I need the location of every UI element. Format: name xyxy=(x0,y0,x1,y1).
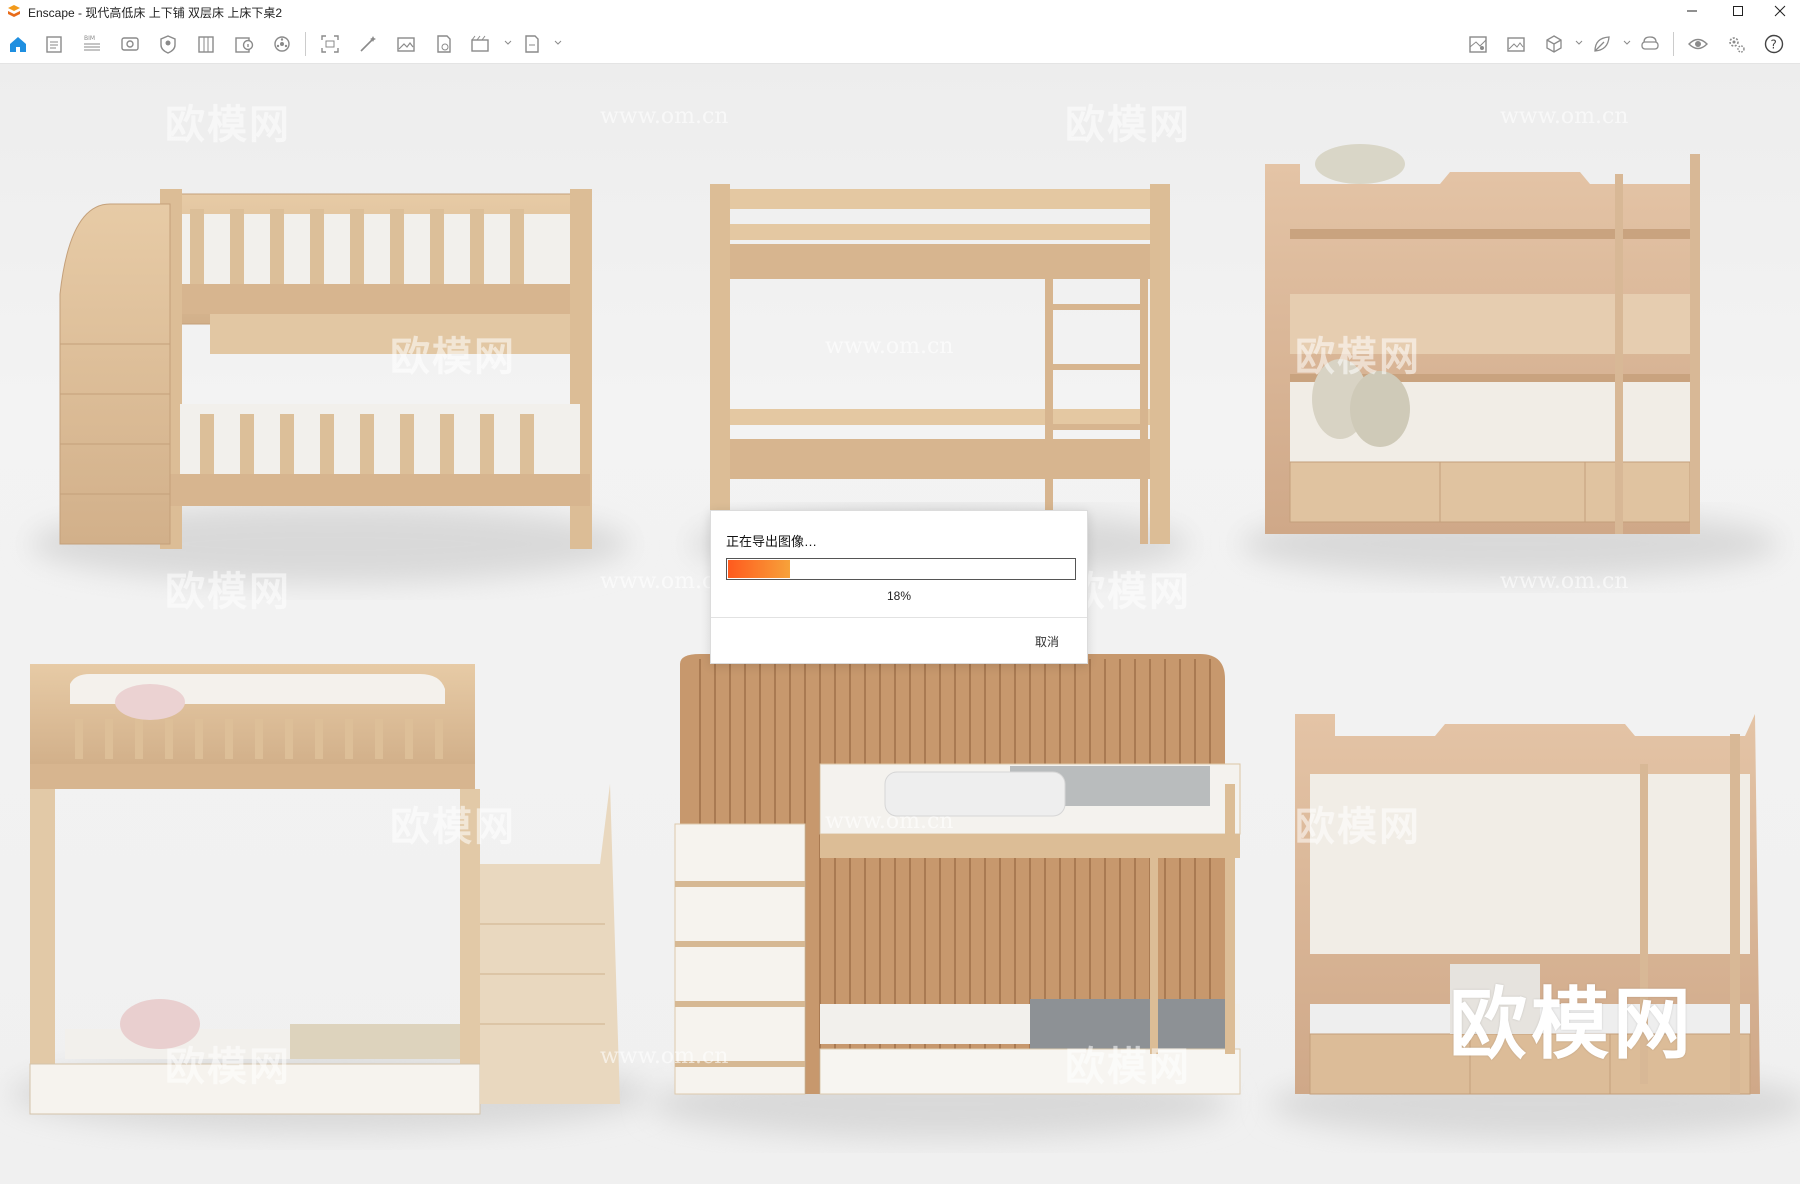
cube-dropdown-icon[interactable] xyxy=(1574,38,1584,48)
progress-bar xyxy=(726,558,1076,580)
progress-bar-fill xyxy=(728,560,790,578)
settings-wheel-button[interactable] xyxy=(268,30,296,58)
batch-icon xyxy=(437,35,451,53)
enscape-logo-icon xyxy=(8,5,20,17)
minimize-button[interactable] xyxy=(1672,0,1712,22)
gear-button[interactable] xyxy=(1722,30,1750,58)
cube-icon xyxy=(1546,35,1562,53)
asset-button[interactable] xyxy=(154,30,182,58)
bunk-bed-loft-4 xyxy=(10,664,650,1134)
watermark-brand: 欧模网 xyxy=(1295,804,1421,850)
cancel-button[interactable]: 取消 xyxy=(1035,633,1059,650)
watermark-brand: 欧模网 xyxy=(165,102,291,148)
asset-icon xyxy=(160,35,176,54)
export-icon xyxy=(525,35,539,53)
map-button[interactable] xyxy=(1464,30,1492,58)
watermark-url: www.om.cn xyxy=(1500,569,1629,594)
leaf-icon xyxy=(1594,36,1610,52)
watermark-url: www.om.cn xyxy=(825,334,954,359)
help-icon: ? xyxy=(1764,34,1784,54)
bim-icon: BIM xyxy=(84,35,100,51)
watermark-url: www.om.cn xyxy=(600,104,729,129)
library-button[interactable] xyxy=(192,30,220,58)
gear-icon xyxy=(1729,37,1745,53)
magic-icon xyxy=(360,36,376,52)
home-button[interactable] xyxy=(4,30,32,58)
watermark-url: www.om.cn xyxy=(600,1044,729,1069)
screenshot-button[interactable] xyxy=(316,30,344,58)
watermark-brand: 欧模网 xyxy=(390,804,516,850)
video-button[interactable] xyxy=(466,30,494,58)
watermark-logo-large: 欧模网 xyxy=(1448,980,1695,1070)
dialog-message: 正在导出图像… xyxy=(726,534,818,549)
leaf-button[interactable] xyxy=(1588,30,1616,58)
video-icon xyxy=(471,35,489,52)
dialog-divider xyxy=(711,617,1087,618)
help-button[interactable]: ? xyxy=(1760,30,1788,58)
title-bar: Enscape - 现代高低床 上下铺 双层床 上床下桌2 xyxy=(0,0,1800,24)
progress-percentage: 18% xyxy=(886,589,912,603)
image-icon xyxy=(397,37,415,52)
export-button[interactable] xyxy=(518,30,546,58)
vr-button[interactable] xyxy=(1636,30,1664,58)
eye-button[interactable] xyxy=(1684,30,1712,58)
watermark-brand: 欧模网 xyxy=(390,334,516,380)
maximize-button[interactable] xyxy=(1718,0,1758,22)
eye-icon xyxy=(1688,38,1708,50)
settings-wheel-icon xyxy=(274,36,290,52)
toolbar-separator xyxy=(1673,32,1674,56)
project-icon xyxy=(46,36,62,53)
view-button[interactable] xyxy=(116,30,144,58)
watermark-brand: 欧模网 xyxy=(1295,334,1421,380)
view-icon xyxy=(121,37,139,51)
gallery-icon xyxy=(1507,37,1525,52)
close-icon xyxy=(1774,5,1786,17)
leaf-dropdown-icon[interactable] xyxy=(1622,38,1632,48)
maximize-icon xyxy=(1733,6,1743,16)
home-icon xyxy=(10,37,26,52)
gallery-button[interactable] xyxy=(1502,30,1530,58)
toolbar: BIM ? xyxy=(0,24,1800,82)
watermark-brand: 欧模网 xyxy=(165,569,291,615)
export-progress-dialog: 正在导出图像… 18% 取消 xyxy=(710,510,1088,664)
minimize-icon xyxy=(1687,10,1697,12)
video-dropdown-icon[interactable] xyxy=(503,38,513,48)
watermark-brand: 欧模网 xyxy=(1065,102,1191,148)
vr-icon xyxy=(1641,36,1659,50)
project-button[interactable] xyxy=(40,30,68,58)
info-icon xyxy=(235,37,254,53)
library-icon xyxy=(198,36,214,53)
magic-button[interactable] xyxy=(354,30,382,58)
watermark-brand: 欧模网 xyxy=(165,1044,291,1090)
screenshot-icon xyxy=(321,35,339,53)
watermark-url: www.om.cn xyxy=(825,809,954,834)
svg-text:?: ? xyxy=(1771,38,1777,52)
bim-button[interactable]: BIM xyxy=(78,30,106,58)
bunk-bed-stairs-1 xyxy=(30,189,630,584)
bunk-bed-plain-6 xyxy=(1270,714,1800,1139)
watermark-brand: 欧模网 xyxy=(1065,1044,1191,1090)
image-button[interactable] xyxy=(392,30,420,58)
info-button[interactable] xyxy=(230,30,258,58)
cube-button[interactable] xyxy=(1540,30,1568,58)
map-icon xyxy=(1469,36,1487,53)
toolbar-separator xyxy=(305,32,306,56)
window-title: Enscape - 现代高低床 上下铺 双层床 上床下桌2 xyxy=(28,5,283,20)
watermark-url: www.om.cn xyxy=(1500,104,1629,129)
svg-text:BIM: BIM xyxy=(84,35,95,42)
batch-button[interactable] xyxy=(430,30,458,58)
close-button[interactable] xyxy=(1760,0,1800,22)
export-dropdown-icon[interactable] xyxy=(553,38,563,48)
